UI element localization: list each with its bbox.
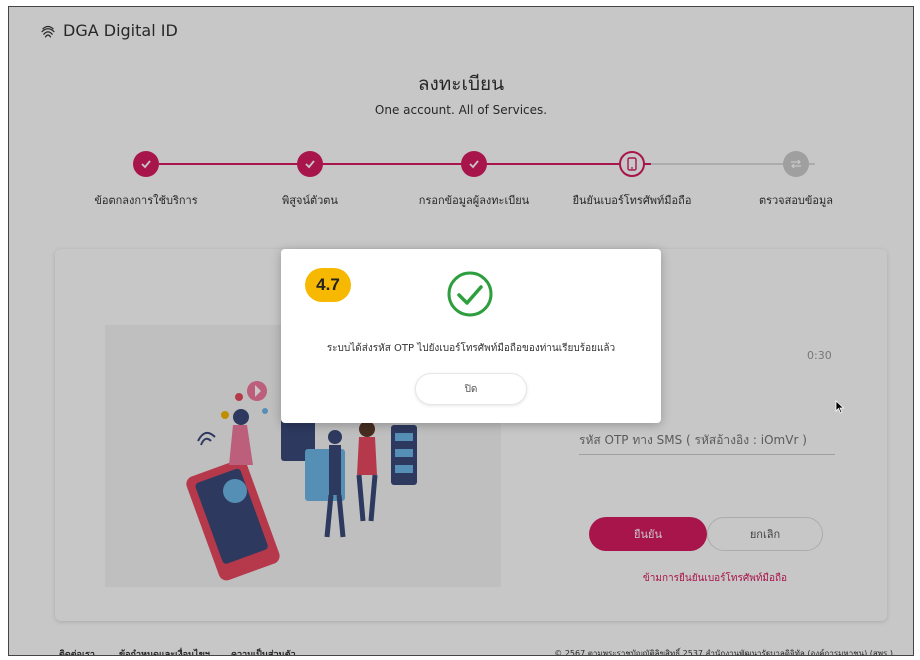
step-number-badge: 4.7	[305, 268, 351, 302]
dialog-close-button[interactable]: ปิด	[415, 373, 527, 405]
browser-frame: DGA Digital ID ลงทะเบียน One account. Al…	[8, 6, 914, 656]
dialog-message: ระบบได้ส่งรหัส OTP ไปยังเบอร์โทรศัพท์มือ…	[326, 343, 616, 354]
success-check-icon	[447, 271, 493, 317]
mouse-cursor-icon	[835, 400, 845, 414]
